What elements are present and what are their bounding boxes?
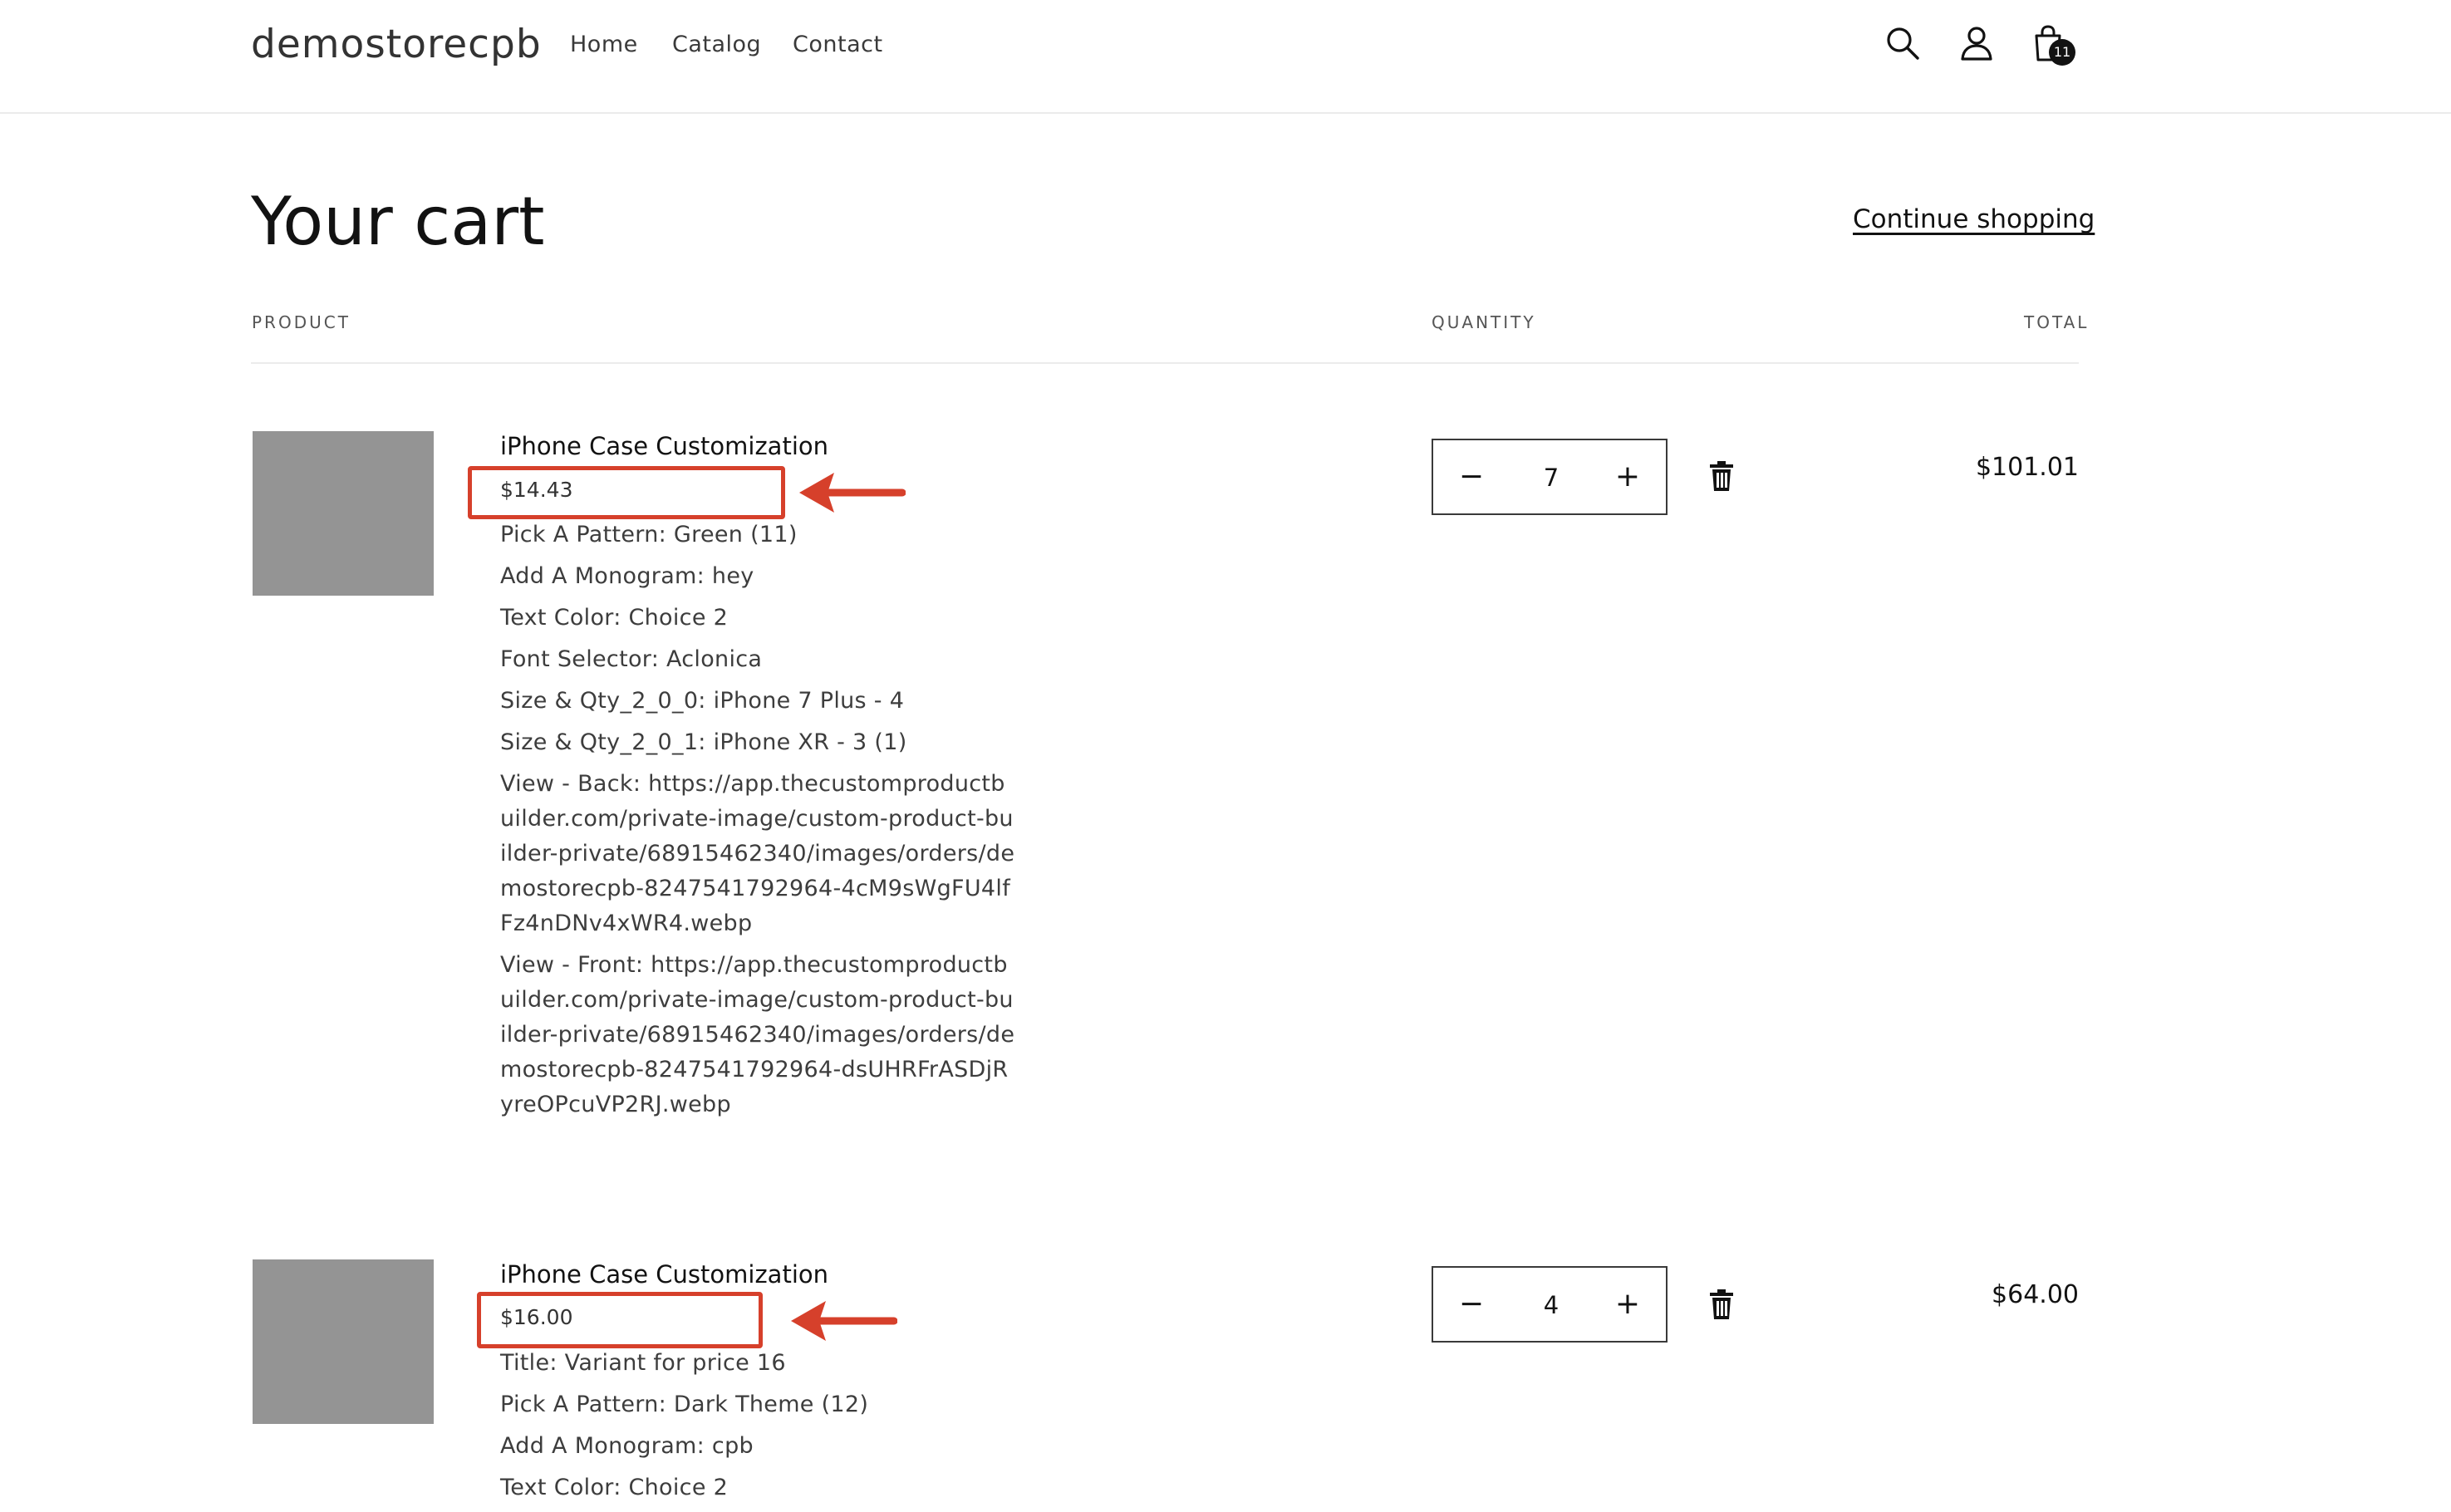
annotation-box	[477, 1292, 763, 1348]
option-line: Pick A Pattern: Green (11)	[500, 522, 798, 547]
product-image[interactable]	[253, 431, 434, 596]
annotation-arrow-icon	[791, 1301, 897, 1341]
quantity-input[interactable]	[1510, 440, 1593, 515]
option-line: Font Selector: Aclonica	[500, 646, 763, 672]
header-divider	[251, 362, 2079, 364]
page-title: Your cart	[251, 183, 545, 260]
decrease-quantity-button[interactable]: −	[1433, 440, 1510, 513]
annotation-arrow-icon	[799, 473, 906, 513]
increase-quantity-button[interactable]: +	[1589, 1268, 1666, 1341]
quantity-input[interactable]	[1510, 1268, 1593, 1343]
nav-catalog[interactable]: Catalog	[672, 30, 761, 60]
option-line: View - Back: https://app.thecustomproduc…	[500, 771, 1015, 936]
column-header-product: PRODUCT	[252, 312, 351, 332]
column-header-total: TOTAL	[2024, 312, 2090, 332]
continue-shopping-link[interactable]: Continue shopping	[1853, 201, 2095, 238]
trash-icon[interactable]	[1707, 459, 1736, 493]
option-line: Size & Qty_2_0_0: iPhone 7 Plus - 4	[500, 688, 905, 714]
site-header: demostorecpb Home Catalog Contact 11	[0, 0, 2451, 114]
product-options: Title: Variant for price 16 Pick A Patte…	[500, 1346, 1015, 1512]
option-line: Size & Qty_2_0_1: iPhone XR - 3 (1)	[500, 729, 907, 755]
nav-contact[interactable]: Contact	[793, 30, 883, 60]
product-name[interactable]: iPhone Case Customization	[500, 1258, 828, 1291]
search-icon[interactable]	[1883, 23, 1923, 63]
quantity-stepper: − +	[1432, 439, 1668, 515]
account-icon[interactable]	[1957, 23, 1997, 63]
option-line: Add A Monogram: hey	[500, 563, 754, 589]
option-line: Title: Variant for price 16	[500, 1350, 786, 1376]
product-image[interactable]	[253, 1259, 434, 1424]
product-name[interactable]: iPhone Case Customization	[500, 430, 828, 463]
annotation-box	[468, 466, 785, 519]
option-line: Text Color: Choice 2	[500, 605, 729, 631]
increase-quantity-button[interactable]: +	[1589, 440, 1666, 513]
trash-icon[interactable]	[1707, 1288, 1736, 1321]
cart-count-badge: 11	[2049, 39, 2075, 66]
quantity-stepper: − +	[1432, 1266, 1668, 1343]
option-line: Add A Monogram: cpb	[500, 1433, 754, 1459]
product-options: Pick A Pattern: Green (11) Add A Monogra…	[500, 518, 1015, 1129]
line-total: $64.00	[1992, 1280, 2079, 1309]
store-logo[interactable]: demostorecpb	[251, 18, 542, 71]
option-line: Text Color: Choice 2	[500, 1475, 729, 1500]
line-total: $101.01	[1975, 453, 2079, 482]
decrease-quantity-button[interactable]: −	[1433, 1268, 1510, 1341]
nav-home[interactable]: Home	[570, 30, 638, 60]
option-line: View - Front: https://app.thecustomprodu…	[500, 952, 1015, 1117]
column-header-quantity: QUANTITY	[1432, 312, 1536, 332]
option-line: Pick A Pattern: Dark Theme (12)	[500, 1392, 869, 1417]
